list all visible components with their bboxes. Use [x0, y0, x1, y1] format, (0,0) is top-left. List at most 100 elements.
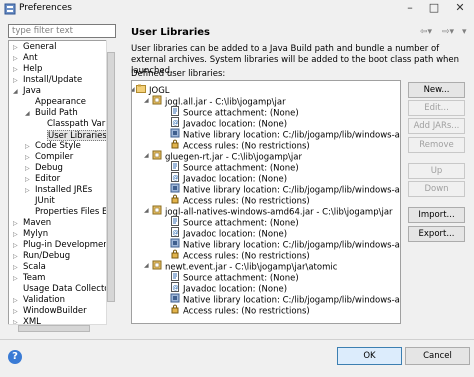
sidebar-item-label: Team	[23, 273, 46, 283]
javadoc-location-item[interactable]: @ Javadoc location: (None)	[170, 227, 287, 240]
access-rules-item[interactable]: Access rules: (No restrictions)	[170, 139, 310, 152]
expand-arrow-icon[interactable]: ▷	[25, 141, 30, 152]
remove-button[interactable]: Remove	[408, 137, 465, 153]
native-library-item[interactable]: Native library location: C:/lib/jogamp/l…	[170, 128, 400, 141]
collapse-arrow-icon[interactable]: ◢	[144, 150, 149, 161]
jar-icon	[152, 150, 162, 164]
sidebar-item[interactable]: Build Path	[35, 108, 78, 119]
sidebar-item[interactable]: Mylyn	[23, 229, 48, 240]
sidebar-item[interactable]: JUnit	[35, 196, 55, 207]
view-menu-icon[interactable]: ▾	[462, 27, 467, 37]
expand-arrow-icon[interactable]: ▷	[25, 174, 30, 185]
cancel-button[interactable]: Cancel	[405, 347, 470, 365]
source-attachment-item[interactable]: Source attachment: (None)	[170, 161, 299, 174]
import-button[interactable]: Import...	[408, 207, 465, 223]
sidebar-item[interactable]: Maven	[23, 218, 51, 229]
sidebar-item[interactable]: Compiler	[35, 152, 73, 163]
sidebar-item[interactable]: Plug-in Development	[23, 240, 112, 251]
preferences-tree[interactable]: General Ant Help Install/Update Java Appearan…	[8, 40, 116, 325]
sidebar-item[interactable]: Debug	[35, 163, 63, 174]
export-button[interactable]: Export...	[408, 226, 465, 242]
sidebar-item[interactable]: Install/Update	[23, 75, 82, 86]
sidebar-item[interactable]: Help	[23, 64, 42, 75]
tree-horizontal-scroll-thumb[interactable]	[18, 325, 90, 332]
sidebar-item[interactable]: Validation	[23, 295, 65, 306]
sidebar-item[interactable]: Appearance	[35, 97, 86, 108]
down-button[interactable]: Down	[408, 181, 465, 197]
forward-arrow-icon[interactable]: ⇨▾	[442, 27, 454, 37]
expand-arrow-icon[interactable]: ▷	[13, 251, 18, 262]
expand-arrow-icon[interactable]: ▷	[13, 240, 18, 251]
source-attachment-item[interactable]: Source attachment: (None)	[170, 216, 299, 229]
sidebar-item[interactable]: Installed JREs	[35, 185, 92, 196]
back-arrow-icon[interactable]: ⇦▾	[420, 27, 432, 37]
access-rules-item[interactable]: Access rules: (No restrictions)	[170, 249, 310, 262]
new-button[interactable]: New...	[408, 82, 465, 98]
access-rules-item[interactable]: Access rules: (No restrictions)	[170, 304, 310, 317]
expand-arrow-icon[interactable]: ▷	[13, 42, 18, 53]
user-libraries-tree[interactable]: JOGL jogl.all.jar - C:\lib\jogamp\jar Sour…	[131, 80, 401, 324]
minimize-button[interactable]: –	[402, 1, 418, 15]
collapse-arrow-icon[interactable]: ◢	[144, 260, 149, 271]
collapse-arrow-icon[interactable]: ◢	[144, 95, 149, 106]
sidebar-item[interactable]: Properties Files Edit	[35, 207, 115, 218]
sidebar-item-label: Java	[23, 86, 41, 96]
sidebar-item[interactable]: Run/Debug	[23, 251, 70, 262]
collapse-arrow-icon[interactable]: ◢	[144, 205, 149, 216]
maximize-button[interactable]: □	[426, 1, 442, 15]
collapse-arrow-icon[interactable]: ◢	[25, 108, 30, 119]
edit-button[interactable]: Edit...	[408, 100, 465, 116]
sidebar-item-label: Help	[23, 64, 43, 74]
jar-item[interactable]: jogl-all-natives-windows-amd64.jar - C:\…	[152, 205, 393, 218]
sidebar-item[interactable]: Ant	[23, 53, 38, 64]
sidebar-item-label: Mylyn	[23, 229, 49, 239]
sidebar-item[interactable]: Usage Data Collector	[23, 284, 113, 295]
source-attachment-item[interactable]: Source attachment: (None)	[170, 271, 299, 284]
up-button[interactable]: Up	[408, 163, 465, 179]
expand-arrow-icon[interactable]: ▷	[25, 152, 30, 163]
javadoc-location-item[interactable]: @ Javadoc location: (None)	[170, 117, 287, 130]
source-attachment-item[interactable]: Source attachment: (None)	[170, 106, 299, 119]
javadoc-location-item[interactable]: @ Javadoc location: (None)	[170, 172, 287, 185]
sidebar-item[interactable]: WindowBuilder	[23, 306, 87, 317]
sidebar-item[interactable]: General	[23, 42, 57, 53]
sidebar-item[interactable]: Editor	[35, 174, 60, 185]
sidebar-item[interactable]: Code Style	[35, 141, 81, 152]
expand-arrow-icon[interactable]: ▷	[25, 163, 30, 174]
native-library-item[interactable]: Native library location: C:/lib/jogamp/l…	[170, 238, 400, 251]
expand-arrow-icon[interactable]: ▷	[13, 218, 18, 229]
jar-item[interactable]: gluegen-rt.jar - C:\lib\jogamp\jar	[152, 150, 302, 164]
tree-vertical-scroll-thumb[interactable]	[107, 52, 115, 302]
access-rules-item[interactable]: Access rules: (No restrictions)	[170, 194, 310, 207]
sidebar-item[interactable]: Team	[23, 273, 45, 284]
expand-arrow-icon[interactable]: ▷	[13, 64, 18, 75]
expand-arrow-icon[interactable]: ▷	[13, 273, 18, 284]
collapse-arrow-icon[interactable]: ◢	[132, 84, 135, 95]
sidebar-item[interactable]: User Libraries	[47, 130, 108, 141]
expand-arrow-icon[interactable]: ▷	[13, 229, 18, 240]
add-jars-button[interactable]: Add JARs...	[408, 118, 465, 134]
sidebar-item[interactable]: Scala	[23, 262, 46, 273]
collapse-arrow-icon[interactable]: ◢	[13, 86, 18, 97]
jar-item[interactable]: jogl.all.jar - C:\lib\jogamp\jar	[152, 95, 286, 108]
sidebar-item-label: Debug	[35, 163, 63, 173]
help-icon[interactable]: ?	[8, 350, 22, 364]
close-button[interactable]: ✕	[452, 1, 468, 15]
library-jogl[interactable]: JOGL	[136, 84, 170, 96]
javadoc-location-item[interactable]: @ Javadoc location: (None)	[170, 282, 287, 295]
native-library-item[interactable]: Native library location: C:/lib/jogamp/l…	[170, 183, 400, 196]
native-library-item[interactable]: Native library location: C:/lib/jogamp/l…	[170, 293, 400, 306]
expand-arrow-icon[interactable]: ▷	[13, 53, 18, 64]
sidebar-item[interactable]: Java	[23, 86, 41, 97]
expand-arrow-icon[interactable]: ▷	[13, 75, 18, 86]
expand-arrow-icon[interactable]: ▷	[13, 295, 18, 306]
filter-input[interactable]: type filter text	[8, 24, 116, 38]
jar-item[interactable]: newt.event.jar - C:\lib\jogamp\jar\atomi…	[152, 260, 337, 274]
ok-button[interactable]: OK	[337, 347, 402, 365]
expand-arrow-icon[interactable]: ▷	[13, 262, 18, 273]
expand-arrow-icon[interactable]: ▷	[25, 185, 30, 196]
sidebar-item-label: Appearance	[35, 97, 87, 107]
sidebar-item-label: WindowBuilder	[23, 306, 87, 316]
expand-arrow-icon[interactable]: ▷	[13, 306, 18, 317]
jar-icon	[152, 260, 162, 274]
